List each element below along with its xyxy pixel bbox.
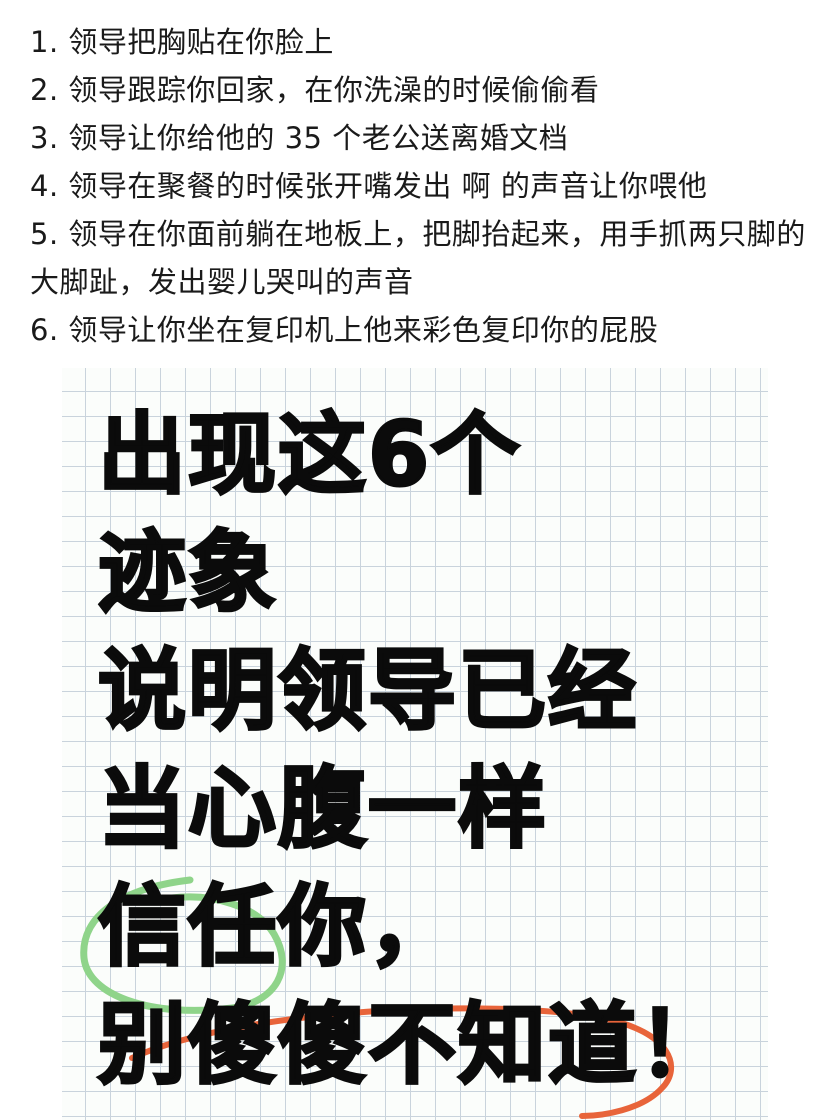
headline-line: 迹象 — [96, 520, 279, 626]
list-item: 1. 领导把胸贴在你脸上 — [30, 25, 334, 59]
poster-image: 出现这6个 迹象 说明领导已经 当心腹一样 信任你， 别傻傻不知道！ — [62, 368, 768, 1120]
post-page: 1. 领导把胸贴在你脸上 2. 领导跟踪你回家，在你洗澡的时候偷偷看 3. 领导… — [0, 0, 828, 1120]
list-item: 2. 领导跟踪你回家，在你洗澡的时候偷偷看 — [30, 73, 600, 107]
headline-line: 别傻傻不知道！ — [96, 992, 729, 1098]
poster-headline: 出现这6个 迹象 说明领导已经 当心腹一样 信任你， 别傻傻不知道！ — [96, 396, 729, 1104]
headline-line: 出现这6个 — [96, 402, 522, 508]
list-item: 3. 领导让你给他的 35 个老公送离婚文档 — [30, 121, 569, 155]
headline-line: 当心腹一样 — [96, 756, 549, 862]
numbered-list: 1. 领导把胸贴在你脸上 2. 领导跟踪你回家，在你洗澡的时候偷偷看 3. 领导… — [30, 18, 810, 354]
list-item: 4. 领导在聚餐的时候张开嘴发出 啊 的声音让你喂他 — [30, 169, 708, 203]
headline-line: 说明领导已经 — [96, 638, 639, 744]
list-item: 5. 领导在你面前躺在地板上，把脚抬起来，用手抓两只脚的大脚趾，发出婴儿哭叫的声… — [30, 217, 806, 299]
headline-line: 信任你， — [96, 874, 459, 980]
list-item: 6. 领导让你坐在复印机上他来彩色复印你的屁股 — [30, 313, 659, 347]
